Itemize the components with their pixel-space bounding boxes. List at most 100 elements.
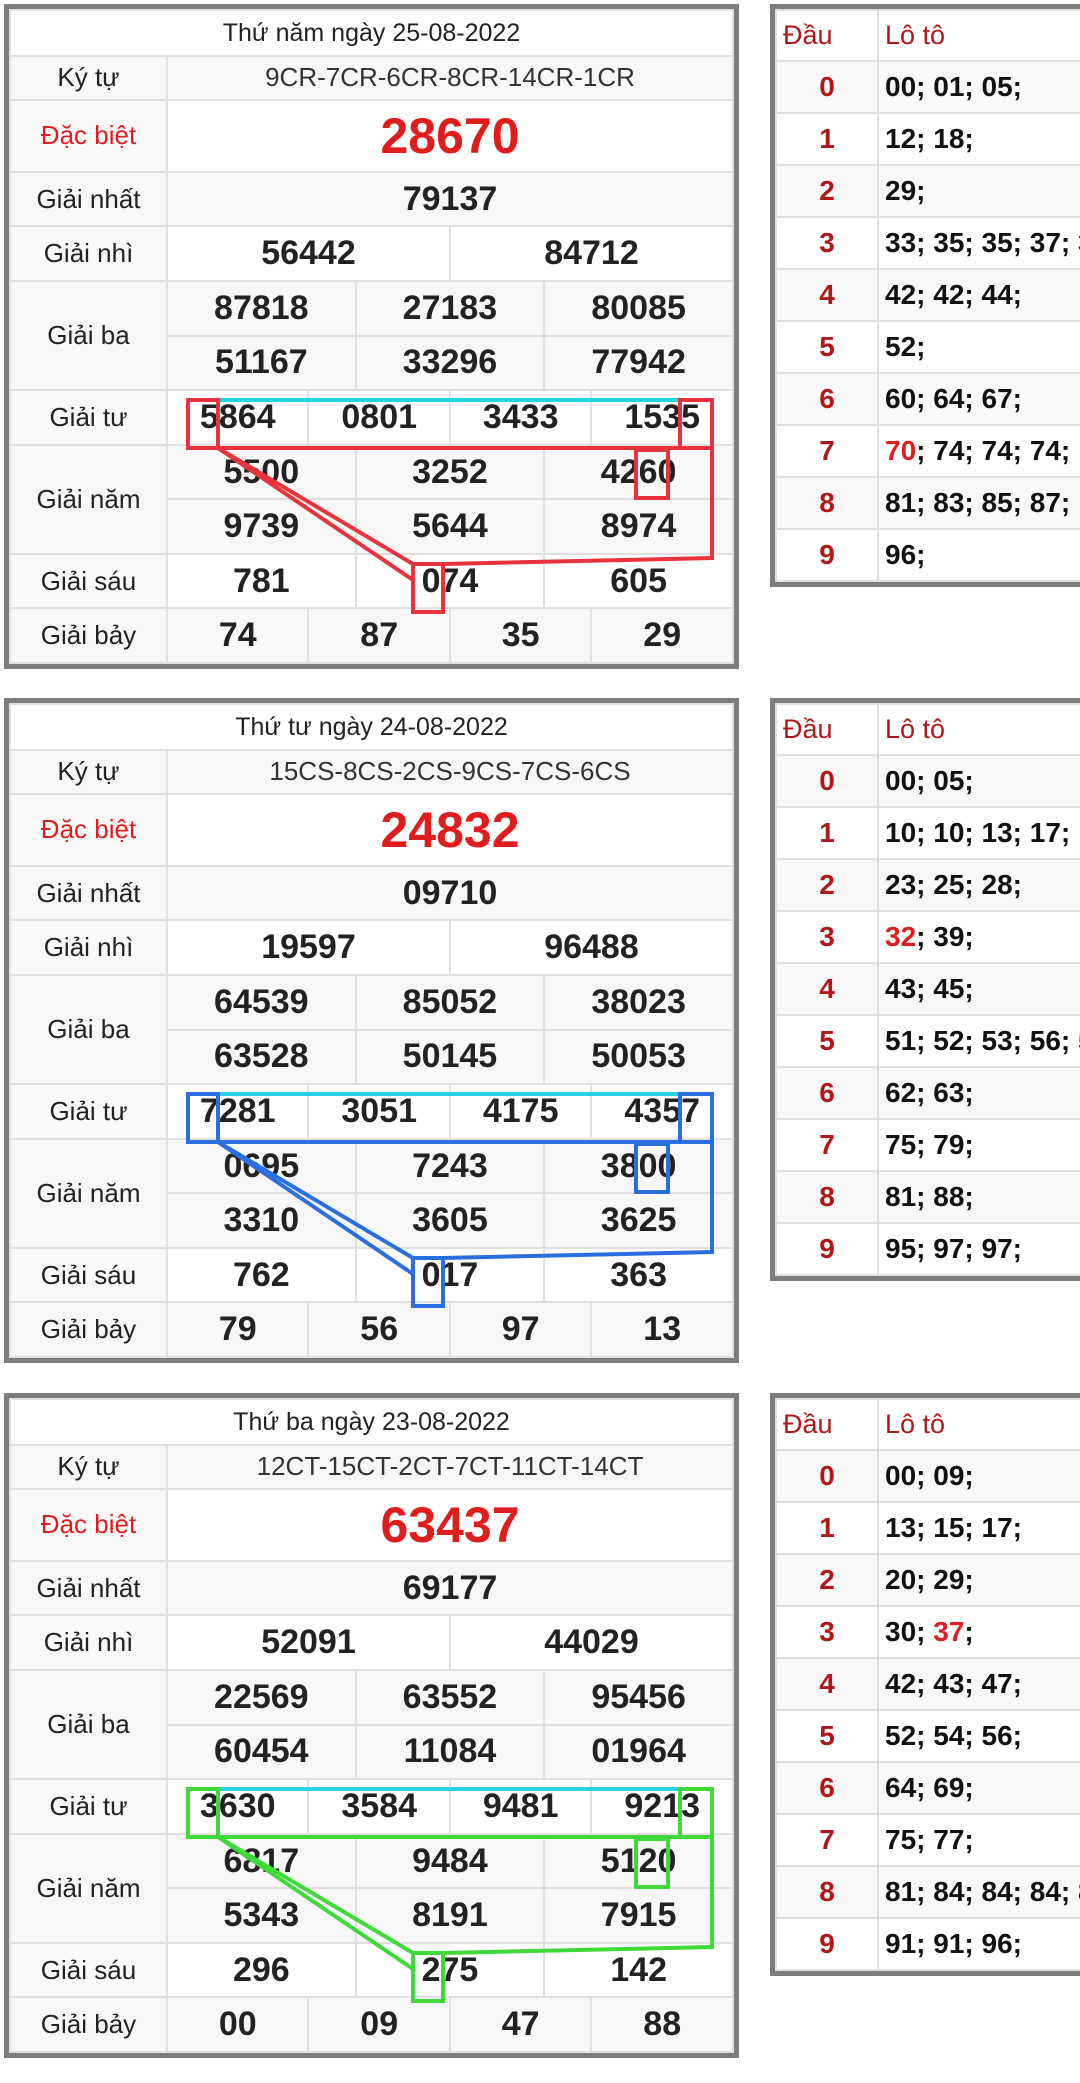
seventh-prize-value: 13 [590,1301,734,1358]
loto-head-digit: 9 [775,1221,879,1276]
loto-values-post: 10; 10; 13; 17; [885,816,1071,848]
prize-table: Thứ tư ngày 24-08-2022 Ký tự 15CS-8CS-2C… [4,698,739,1363]
seventh-prize-value: 09 [307,1996,451,2053]
loto-head-digit: 0 [775,753,879,808]
loto-row: 3 30; 37; [775,1604,1080,1659]
loto-values: 62; 63; [877,1065,1080,1120]
loto-table: Đầu Lô tô 0 00; 09; 1 13; 15; 17; 2 20; 29; 3 30;… [770,1393,1080,1976]
loto-row: 0 00; 09; [775,1448,1080,1503]
loto-values-post: 23; 25; 28; [885,868,1022,900]
fifth-prize-value: 7243 [354,1137,546,1195]
loto-values: 29; [877,163,1080,218]
fourth-prize-value: 9481 [448,1778,593,1835]
fifth-prize-value: 5644 [354,498,546,555]
fifth-prize-value: 9739 [166,498,357,555]
loto-head-digit: 1 [775,1500,879,1555]
fifth-prize-value: 3625 [543,1192,734,1249]
fifth-prize-value: 8191 [354,1887,546,1944]
loto-row: 0 00; 05; [775,753,1080,808]
loto-head-digit: 4 [775,961,879,1016]
second-prize-value: 56442 [166,225,451,283]
loto-row: 5 51; 52; 53; 56; 5 [775,1013,1080,1068]
loto-row: 6 62; 63; [775,1065,1080,1120]
loto-header-dau: Đầu [775,9,879,62]
loto-head-digit: 0 [775,1448,879,1503]
draw-date-title: Thứ năm ngày 25-08-2022 [9,9,734,57]
fourth-prize-value: 5864 [165,389,310,446]
third-prize-value: 63552 [354,1669,546,1726]
third-prize-value: 80085 [543,280,734,337]
loto-values: 52; [877,319,1080,374]
loto-values: 00; 01; 05; [877,59,1080,114]
sixth-prize-value: 017 [354,1246,546,1304]
fifth-prize-value: 3310 [166,1192,357,1249]
loto-row: 9 91; 91; 96; [775,1916,1080,1971]
third-prize-value: 50145 [354,1028,546,1086]
third-prize-value: 63528 [166,1028,357,1086]
fourth-prize-value: 3433 [448,389,593,446]
label-sixth-prize: Giải sáu [9,552,168,610]
loto-head-digit: 2 [775,1552,879,1607]
loto-row: 2 20; 29; [775,1552,1080,1607]
fourth-prize-value: 9213 [590,1778,734,1835]
fifth-prize-value: 0695 [166,1137,357,1195]
second-prize-value: 84712 [448,225,735,283]
label-second-prize: Giải nhì [9,1614,168,1672]
loto-values: 95; 97; 97; [877,1221,1080,1276]
fifth-prize-value: 4260 [543,443,734,501]
third-prize-value: 22569 [166,1669,357,1726]
loto-head-digit: 5 [775,1013,879,1068]
fifth-prize-value: 5120 [543,1832,734,1890]
loto-row: 2 29; [775,163,1080,218]
loto-values-post: 91; 91; 96; [885,1927,1022,1959]
label-fourth-prize: Giải tư [9,1778,168,1835]
loto-head-digit: 9 [775,1916,879,1971]
loto-values: 00; 09; [877,1448,1080,1503]
third-prize-value: 60454 [166,1723,357,1781]
loto-values: 32; 39; [877,909,1080,964]
sixth-prize-value: 781 [166,552,357,610]
loto-row: 5 52; [775,319,1080,374]
loto-values-post: 96; [885,538,926,570]
loto-head-digit: 6 [775,1760,879,1815]
third-prize-value: 27183 [354,280,546,337]
special-prize-value: 63437 [166,1487,734,1562]
loto-header-dau: Đầu [775,703,879,756]
loto-values-post: 00; 09; [885,1459,974,1491]
loto-row: 4 42; 42; 44; [775,267,1080,322]
label-special-prize: Đặc biệt [9,792,168,867]
fifth-prize-value: 3252 [354,443,546,501]
label-first-prize: Giải nhất [9,1559,168,1617]
loto-head-digit: 0 [775,59,879,114]
loto-values: 51; 52; 53; 56; 5 [877,1013,1080,1068]
third-prize-value: 64539 [166,974,357,1031]
loto-head-digit: 6 [775,371,879,426]
special-prize-value: 28670 [166,98,734,173]
loto-values-post: 81; 83; 85; 87; [885,486,1071,518]
loto-values: 52; 54; 56; [877,1708,1080,1763]
first-prize-value: 69177 [166,1559,734,1617]
loto-values-post: 20; 29; [885,1563,974,1595]
loto-values-post: 60; 64; 67; [885,382,1022,414]
label-special-prize: Đặc biệt [9,1487,168,1562]
loto-values: 91; 91; 96; [877,1916,1080,1971]
loto-row: 1 10; 10; 13; 17; [775,805,1080,860]
loto-values-post: 42; 42; 44; [885,278,1022,310]
seventh-prize-value: 74 [165,607,310,664]
fifth-prize-value: 9484 [354,1832,546,1890]
loto-row: 2 23; 25; 28; [775,857,1080,912]
loto-row: 8 81; 83; 85; 87; [775,475,1080,530]
loto-values-post: ; 39; [916,920,974,952]
loto-values: 12; 18; [877,111,1080,166]
loto-values-post: 62; 63; [885,1076,974,1108]
third-prize-value: 38023 [543,974,734,1031]
loto-values: 10; 10; 13; 17; [877,805,1080,860]
loto-values-pre: 30; [885,1615,934,1647]
label-second-prize: Giải nhì [9,225,168,283]
label-third-prize: Giải ba [9,1669,168,1781]
loto-head-digit: 2 [775,163,879,218]
label-sixth-prize: Giải sáu [9,1246,168,1304]
fifth-prize-value: 5343 [166,1887,357,1944]
second-prize-value: 52091 [166,1614,451,1672]
loto-values-post: 81; 84; 84; 84; 8 [885,1875,1080,1907]
